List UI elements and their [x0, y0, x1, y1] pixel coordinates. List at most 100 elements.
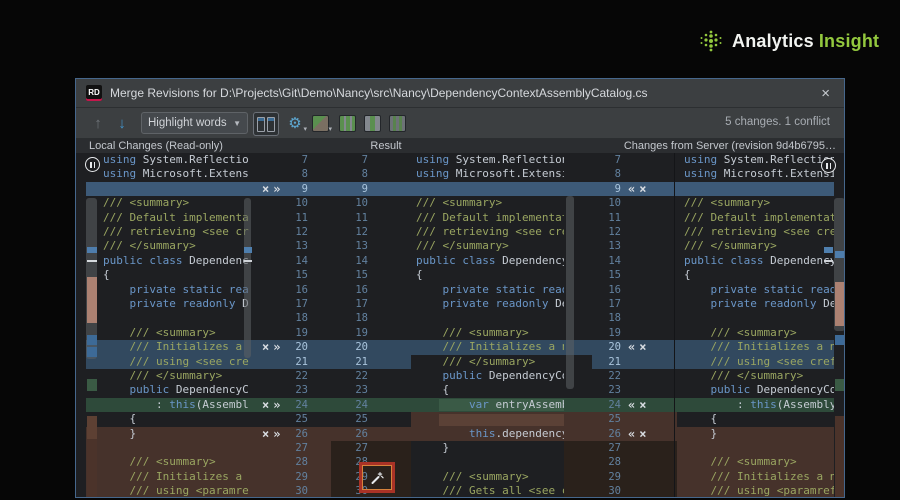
code-line	[677, 182, 834, 196]
code-line: /// <summary>	[677, 455, 834, 469]
stripe-mark-conflict[interactable]	[87, 416, 97, 439]
ignore-change-icon[interactable]: ×	[639, 182, 646, 196]
apply-change-left-icon[interactable]: «	[628, 427, 635, 441]
code-line: private static readonly string[] Exc	[411, 283, 564, 297]
code-line	[98, 441, 249, 455]
line-number: 15	[594, 268, 621, 282]
line-number: 9	[594, 182, 621, 196]
analytics-insight-logo: AnalyticsInsight	[698, 24, 879, 58]
line-number: 23	[594, 383, 621, 397]
result-pane-scrollbar[interactable]	[566, 196, 574, 389]
code-line: {	[411, 383, 564, 397]
ignore-change-icon[interactable]: ×	[262, 427, 269, 441]
apply-left-side-button[interactable]	[364, 112, 381, 134]
code-line: : this(AssemblyCatalog.Default)	[98, 398, 249, 412]
line-number: 24	[594, 398, 621, 412]
code-line: /// </summary>	[677, 369, 834, 383]
code-line: }	[677, 427, 834, 441]
gutter-action-row: «×	[628, 182, 646, 196]
line-number: 17	[341, 297, 368, 311]
left-pane-scrollbar[interactable]	[244, 198, 251, 358]
viewer-pane-icon	[257, 117, 265, 132]
edge-mark-position	[824, 260, 833, 262]
code-line: private readonly DependencyContext	[677, 297, 834, 311]
ignore-change-icon[interactable]: ×	[639, 427, 646, 441]
pane-result-code[interactable]: using System.Reflection;using Microsoft.…	[411, 153, 564, 497]
stripe-mark-conflict[interactable]	[835, 416, 845, 497]
stripe-mark-conflict[interactable]	[87, 439, 97, 497]
code-line: public class DependencyContextAssemblyCa…	[98, 254, 249, 268]
apply-change-left-icon[interactable]: «	[628, 182, 635, 196]
code-line: public class DependencyContextAssembly	[677, 254, 834, 268]
gear-icon: ⚙	[288, 114, 301, 132]
stripe-mark-conflict[interactable]	[87, 277, 97, 323]
diff-toolbar: ↑ ↓ Highlight words ▼ ⚙ ▾ ▾ 5 changes. 1…	[76, 108, 844, 139]
close-icon[interactable]: ×	[817, 84, 834, 103]
code-line: /// Initializes a new instance of	[677, 340, 834, 354]
code-line: public class DependencyContextAssemblyCa	[411, 254, 564, 268]
stripe-mark-changed[interactable]	[835, 251, 845, 258]
line-number: 29	[594, 470, 621, 484]
line-number: 10	[341, 196, 368, 210]
edge-mark-changed	[824, 247, 833, 253]
code-line: /// <summary>	[411, 196, 564, 210]
ignore-change-icon[interactable]: ×	[262, 398, 269, 412]
line-number: 21	[341, 355, 368, 369]
highlight-mode-dropdown[interactable]: Highlight words ▼	[141, 112, 248, 134]
pane-left-code[interactable]: using System.Reflection;using Microsoft.…	[98, 153, 249, 497]
pause-badge-icon[interactable]	[85, 157, 100, 172]
stripe-mark-changed[interactable]	[87, 247, 97, 253]
line-number: 7	[594, 153, 621, 167]
stripe-mark-inserted[interactable]	[87, 379, 97, 391]
side-by-side-viewer-toggle[interactable]	[253, 112, 279, 136]
apply-change-left-icon[interactable]: «	[628, 340, 635, 354]
line-number: 19	[341, 326, 368, 340]
pause-badge-icon[interactable]	[821, 158, 836, 173]
line-number: 8	[594, 167, 621, 181]
ignore-change-icon[interactable]: ×	[639, 398, 646, 412]
code-line: /// <summary>	[98, 326, 249, 340]
code-line: /// <summary>	[98, 455, 249, 469]
line-number: 14	[341, 254, 368, 268]
ignore-change-icon[interactable]: ×	[639, 340, 646, 354]
code-line: public DependencyContextAssemblyCatalo	[98, 383, 249, 397]
stripe-mark-changed[interactable]	[87, 347, 97, 357]
apply-all-icon	[339, 115, 356, 132]
highlight-mode-value: Highlight words	[148, 117, 227, 129]
left-error-stripe[interactable]	[86, 153, 98, 497]
apply-change-right-icon[interactable]: »	[273, 182, 280, 196]
code-line: /// </summary>	[677, 239, 834, 253]
window-titlebar[interactable]: RD Merge Revisions for D:\Projects\Git\D…	[76, 79, 844, 108]
line-number: 27	[341, 441, 368, 455]
code-line: /// <summary>	[98, 196, 249, 210]
next-change-button[interactable]: ↓	[112, 112, 132, 134]
stripe-mark-inserted[interactable]	[835, 379, 845, 391]
line-number: 10	[594, 196, 621, 210]
stripe-mark-changed[interactable]	[87, 335, 97, 345]
pane-right-code[interactable]: using System.Reflection;using Microsoft.…	[677, 153, 834, 497]
line-number: 8	[341, 167, 368, 181]
stripe-mark-position	[87, 260, 97, 262]
apply-change-right-icon[interactable]: »	[273, 427, 280, 441]
apply-change-left-icon[interactable]: «	[628, 398, 635, 412]
apply-all-changes-button[interactable]	[339, 112, 356, 134]
settings-gear-button[interactable]: ⚙ ▾	[284, 112, 306, 134]
right-error-stripe[interactable]	[834, 153, 845, 497]
code-line: /// Initializes a new instance of the	[98, 470, 249, 484]
line-number: 15	[341, 268, 368, 282]
apply-left-icon	[364, 115, 381, 132]
code-line: /// using <see cref="DependencyContext	[98, 355, 249, 369]
previous-change-button[interactable]: ↑	[88, 112, 108, 134]
apply-change-right-icon[interactable]: »	[273, 398, 280, 412]
ignore-change-icon[interactable]: ×	[262, 340, 269, 354]
apply-change-right-icon[interactable]: »	[273, 340, 280, 354]
apply-right-side-button[interactable]	[389, 112, 406, 134]
resolve-wand-icon[interactable]	[370, 471, 384, 485]
stripe-mark-changed[interactable]	[835, 335, 845, 345]
code-line	[98, 311, 249, 325]
ignore-change-icon[interactable]: ×	[262, 182, 269, 196]
resolve-actions-button[interactable]: ▾	[309, 112, 331, 134]
line-number: 23	[341, 383, 368, 397]
stripe-mark-conflict[interactable]	[835, 282, 845, 326]
line-number: 27	[594, 441, 621, 455]
